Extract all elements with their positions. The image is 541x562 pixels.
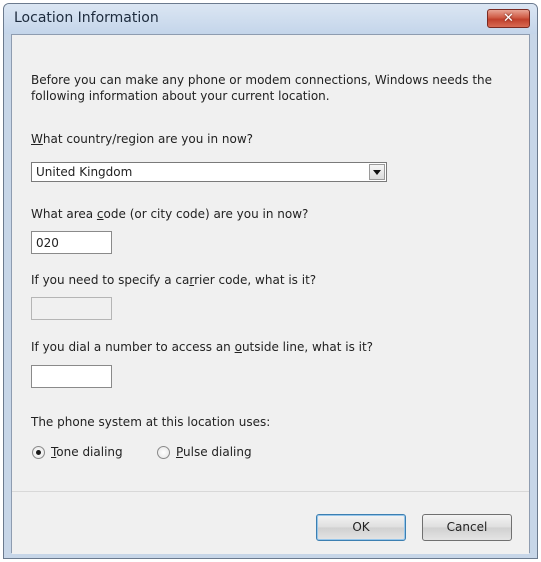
pulse-dialing-accel: P: [176, 445, 184, 459]
area-code-field[interactable]: 020: [31, 231, 112, 254]
country-selected-value: United Kingdom: [36, 165, 133, 179]
dialog-body: Before you can make any phone or modem c…: [11, 34, 530, 554]
tone-dialing-radio[interactable]: [32, 446, 45, 459]
pulse-dialing-label[interactable]: Pulse dialing: [176, 445, 252, 459]
area-code-label-accel: c: [96, 207, 104, 221]
pulse-dialing-radio[interactable]: [157, 446, 170, 459]
carrier-code-label-pre: If you need to specify a ca: [31, 273, 190, 287]
dialog-title: Location Information: [14, 10, 159, 26]
carrier-code-field: [31, 297, 112, 320]
close-icon: ✕: [503, 11, 514, 26]
outside-line-label: If you dial a number to access an outsid…: [31, 340, 373, 354]
area-code-label-post: ode (or city code) are you in now?: [103, 207, 309, 221]
phone-system-label: The phone system at this location uses:: [31, 415, 271, 429]
outside-line-label-post: utside line, what is it?: [241, 340, 374, 354]
country-dropdown[interactable]: United Kingdom: [31, 162, 387, 182]
title-bar[interactable]: Location Information ✕: [4, 4, 537, 34]
pulse-dialing-text: ulse dialing: [183, 445, 252, 459]
intro-text: Before you can make any phone or modem c…: [31, 73, 493, 103]
location-information-dialog: Location Information ✕ Before you can ma…: [3, 3, 538, 559]
area-code-label-pre: What area: [31, 207, 97, 221]
tone-dialing-label[interactable]: Tone dialing: [51, 445, 123, 459]
area-code-label: What area code (or city code) are you in…: [31, 207, 308, 221]
carrier-code-label: If you need to specify a carrier code, w…: [31, 273, 316, 287]
outside-line-field[interactable]: [31, 365, 112, 388]
outside-line-label-accel: o: [234, 340, 242, 354]
close-button[interactable]: ✕: [487, 9, 530, 28]
country-label-accel: W: [31, 132, 43, 146]
cancel-button[interactable]: Cancel: [422, 514, 512, 541]
country-label-text: hat country/region are you in now?: [42, 132, 254, 146]
chevron-down-icon[interactable]: [369, 164, 385, 180]
carrier-code-label-post: rier code, what is it?: [194, 273, 317, 287]
tone-dialing-text: one dialing: [56, 445, 123, 459]
country-label: What country/region are you in now?: [31, 132, 253, 146]
ok-button[interactable]: OK: [316, 514, 406, 541]
area-code-value: 020: [36, 236, 59, 250]
outside-line-label-pre: If you dial a number to access an: [31, 340, 235, 354]
